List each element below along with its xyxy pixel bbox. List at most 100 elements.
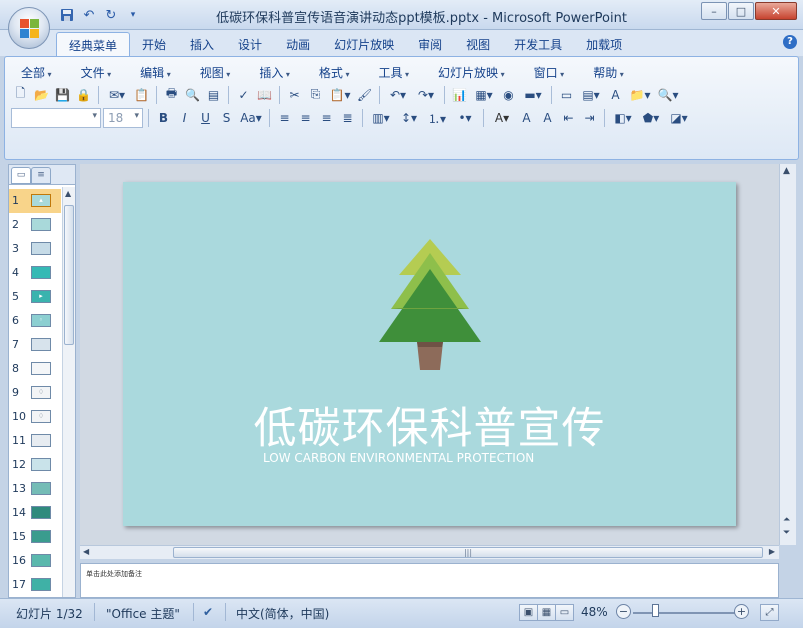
menu-window[interactable]: 窗口 bbox=[524, 63, 573, 82]
clip-art-icon[interactable]: ◉ bbox=[499, 85, 518, 104]
font-size-select[interactable]: 18 bbox=[103, 108, 143, 128]
shrink-font-icon[interactable]: A bbox=[538, 109, 557, 128]
align-right-icon[interactable]: ≡ bbox=[317, 109, 336, 128]
slide-thumbnail[interactable]: 13 bbox=[9, 477, 61, 501]
menu-format[interactable]: 格式 bbox=[309, 63, 358, 82]
underline-icon[interactable]: U bbox=[196, 109, 215, 128]
bold-icon[interactable]: B bbox=[154, 109, 173, 128]
scroll-left-icon[interactable]: ◀ bbox=[83, 547, 89, 556]
menu-slideshow[interactable]: 幻灯片放映 bbox=[428, 63, 513, 82]
paste-icon[interactable]: 📋▾ bbox=[327, 85, 353, 104]
help-icon[interactable]: ? bbox=[783, 35, 797, 49]
vertical-scrollbar[interactable]: ▲ ⏶ ⏷ bbox=[779, 164, 796, 545]
language-indicator[interactable]: 中文(简体，中国) bbox=[236, 605, 329, 622]
new-slide-icon[interactable]: ▭ bbox=[557, 85, 576, 104]
research-icon[interactable]: ▤ bbox=[204, 85, 223, 104]
menu-edit[interactable]: 编辑 bbox=[130, 63, 179, 82]
zoom-in-icon[interactable]: + bbox=[734, 604, 749, 619]
maximize-button[interactable]: □ bbox=[728, 2, 754, 20]
tab-addins[interactable]: 加载项 bbox=[574, 32, 634, 56]
menu-tools[interactable]: 工具 bbox=[368, 63, 417, 82]
insert-table-icon[interactable]: ▦▾ bbox=[471, 85, 497, 104]
slide-thumbnail[interactable]: 8 bbox=[9, 357, 61, 381]
font-name-select[interactable] bbox=[11, 108, 101, 128]
shape-fill-icon[interactable]: ◪▾ bbox=[666, 109, 692, 128]
menu-all[interactable]: 全部 bbox=[11, 63, 60, 82]
spell-check-icon[interactable]: ✔ bbox=[203, 605, 213, 619]
horizontal-scrollbar[interactable]: ◀ ||| ▶ bbox=[80, 545, 779, 559]
slide-thumbnail[interactable]: 6 ◦ bbox=[9, 309, 61, 333]
cut-icon[interactable]: ✂ bbox=[285, 85, 304, 104]
zoom-icon[interactable]: 🔍▾ bbox=[655, 85, 681, 104]
layout-icon[interactable]: ▤▾ bbox=[578, 85, 604, 104]
bullets-icon[interactable]: •▾ bbox=[452, 109, 478, 128]
tab-design[interactable]: 设计 bbox=[226, 32, 274, 56]
background-color-icon[interactable]: ▬▾ bbox=[520, 85, 546, 104]
shapes-icon[interactable]: ⬟▾ bbox=[638, 109, 664, 128]
italic-icon[interactable]: I bbox=[175, 109, 194, 128]
pane-scrollbar[interactable]: ▲ bbox=[62, 187, 75, 597]
normal-view-icon[interactable]: ▣ bbox=[519, 604, 538, 621]
font-color-icon[interactable]: A▾ bbox=[489, 109, 515, 128]
redo-icon[interactable]: ↷▾ bbox=[413, 85, 439, 104]
slide-thumbnail[interactable]: 15 bbox=[9, 525, 61, 549]
menu-file[interactable]: 文件 bbox=[71, 63, 120, 82]
undo-icon[interactable]: ↶▾ bbox=[385, 85, 411, 104]
slide-thumbnail[interactable]: 7 bbox=[9, 333, 61, 357]
line-spacing-icon[interactable]: ↕▾ bbox=[396, 109, 422, 128]
slide-thumbnail[interactable]: 2 bbox=[9, 213, 61, 237]
align-left-icon[interactable]: ≡ bbox=[275, 109, 294, 128]
tab-review[interactable]: 审阅 bbox=[406, 32, 454, 56]
new-file-icon[interactable]: 🗋 bbox=[11, 85, 30, 104]
slide-thumbnail[interactable]: 14 bbox=[9, 501, 61, 525]
minimize-button[interactable]: – bbox=[701, 2, 727, 20]
tab-developer[interactable]: 开发工具 bbox=[502, 32, 574, 56]
outline-tab-icon[interactable]: ≡ bbox=[31, 167, 51, 184]
slide-title[interactable]: 低碳环保科普宣传 bbox=[123, 394, 736, 456]
increase-indent-icon[interactable]: ⇥ bbox=[580, 109, 599, 128]
justify-icon[interactable]: ≣ bbox=[338, 109, 357, 128]
save-icon[interactable]: 💾 bbox=[53, 85, 72, 104]
open-folder-icon[interactable]: 📁▾ bbox=[627, 85, 653, 104]
tab-view[interactable]: 视图 bbox=[454, 32, 502, 56]
tab-home[interactable]: 开始 bbox=[130, 32, 178, 56]
slide-thumbnail[interactable]: 1 ▴ bbox=[9, 189, 61, 213]
slides-tab-icon[interactable]: ▭ bbox=[11, 167, 31, 184]
slide-subtitle[interactable]: LOW CARBON ENVIRONMENTAL PROTECTION bbox=[263, 451, 534, 465]
current-slide[interactable]: 低碳环保科普宣传 LOW CARBON ENVIRONMENTAL PROTEC… bbox=[123, 182, 736, 526]
slide-sorter-icon[interactable]: ▦ bbox=[537, 604, 556, 621]
pane-scroll-thumb[interactable] bbox=[64, 205, 74, 345]
publish-icon[interactable]: 📋 bbox=[132, 85, 151, 104]
slide-thumbnail[interactable]: 10 ♢ bbox=[9, 405, 61, 429]
theme-name[interactable]: "Office 主题" bbox=[106, 605, 180, 622]
zoom-slider[interactable] bbox=[633, 612, 737, 614]
insert-chart-icon[interactable]: 📊 bbox=[450, 85, 469, 104]
slide-thumbnail[interactable]: 17 bbox=[9, 573, 61, 597]
slide-thumbnail[interactable]: 5 ▸ bbox=[9, 285, 61, 309]
format-painter-icon[interactable]: 🖌 bbox=[355, 85, 374, 104]
scroll-right-icon[interactable]: ▶ bbox=[769, 547, 775, 556]
close-button[interactable]: ✕ bbox=[755, 2, 797, 20]
menu-help[interactable]: 帮助 bbox=[583, 63, 632, 82]
scroll-up-icon[interactable]: ▲ bbox=[783, 166, 790, 176]
arrange-icon[interactable]: ◧▾ bbox=[610, 109, 636, 128]
print-icon[interactable]: 🖶 bbox=[162, 85, 181, 104]
thesaurus-icon[interactable]: 📖 bbox=[255, 85, 274, 104]
grow-font-icon[interactable]: A bbox=[517, 109, 536, 128]
numbering-icon[interactable]: ⒈▾ bbox=[424, 109, 450, 128]
email-icon[interactable]: ✉▾ bbox=[104, 85, 130, 104]
fit-to-window-icon[interactable]: ⤢ bbox=[760, 604, 779, 621]
office-button[interactable] bbox=[8, 7, 50, 49]
zoom-level[interactable]: 48% bbox=[581, 605, 608, 619]
print-preview-icon[interactable]: 🔍 bbox=[183, 85, 202, 104]
slide-thumbnail[interactable]: 3 bbox=[9, 237, 61, 261]
slide-thumbnail[interactable]: 12 bbox=[9, 453, 61, 477]
previous-slide-icon[interactable]: ⏶ bbox=[783, 515, 790, 525]
horizontal-scroll-thumb[interactable]: ||| bbox=[173, 547, 763, 558]
text-box-icon[interactable]: A bbox=[606, 85, 625, 104]
shadow-icon[interactable]: S bbox=[217, 109, 236, 128]
slide-thumbnail[interactable]: 11 bbox=[9, 429, 61, 453]
zoom-out-icon[interactable]: − bbox=[616, 604, 631, 619]
slide-thumbnail[interactable]: 9 ♢ bbox=[9, 381, 61, 405]
open-folder-icon[interactable]: 📂 bbox=[32, 85, 51, 104]
